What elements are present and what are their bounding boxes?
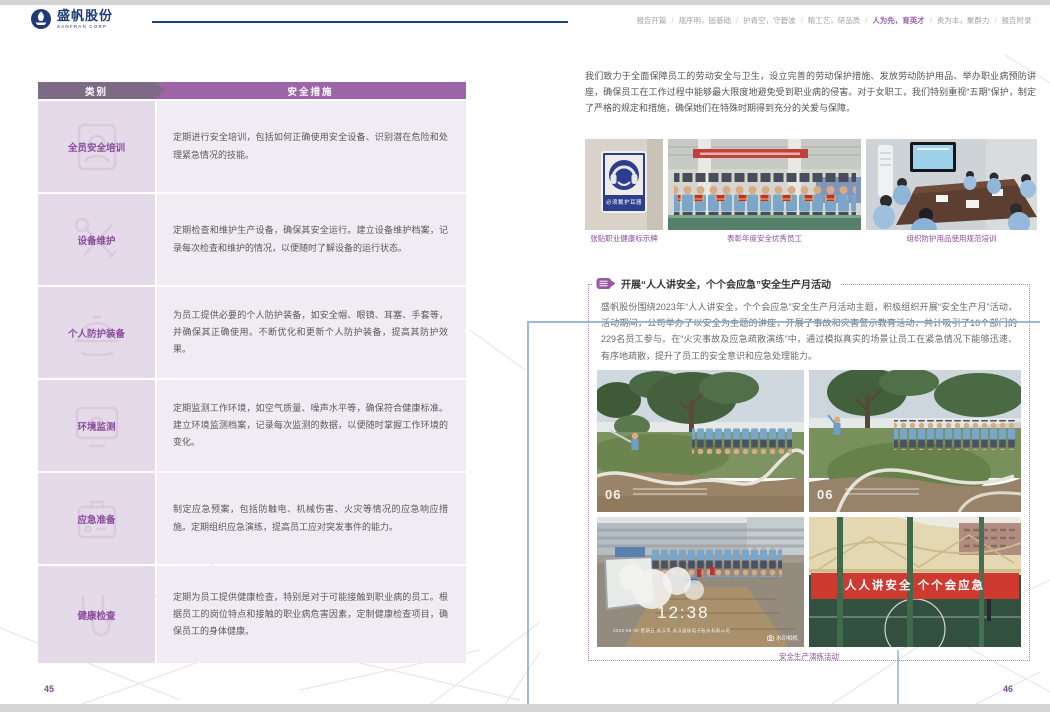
company-logo: 盛帆股份 SANFRAN CORP <box>30 8 113 30</box>
photo-row: 必须戴护耳器 张贴职业健康标示牌 表彰年度安全优秀员工 <box>585 139 1037 244</box>
photo-watermark-lines <box>633 488 707 498</box>
logo-icon <box>30 8 52 30</box>
nav-trailing-dot: · <box>1036 16 1039 25</box>
measure-text: 制定应急预案，包括防触电、机械伤害、火灾等情况的应急响应措施。定期组织应急演练，… <box>157 473 466 564</box>
category-label: 设备维护 <box>77 233 115 247</box>
measure-text: 定期检查和维护生产设备，确保其安全运行。建立设备维护档案，记录每次检查和维护的情… <box>157 194 466 285</box>
header-divider <box>152 21 568 23</box>
photo-caption: 张贴职业健康标示牌 <box>585 233 663 244</box>
photo-health-sign: 必须戴护耳器 张贴职业健康标示牌 <box>585 139 663 244</box>
photo-time-detail: 2023-06-30 星期五 武汉市 武汉盛帆电子股份有限公司 <box>613 628 730 634</box>
measure-text: 定期监测工作环境，如空气质量、噪声水平等，确保符合健康标准。建立环境监测档案，记… <box>157 380 466 471</box>
award-group-image <box>668 139 861 230</box>
photo-watermark-lines <box>845 488 919 498</box>
table-row: 健康检查 定期为员工提供健康检查，特别是对于可能接触到职业病的员工。根据员工的岗… <box>38 566 466 663</box>
nav-item-responsibility: 责为本，聚群力 <box>937 16 990 25</box>
table-row: 环境监测 定期监测工作环境，如空气质量、噪声水平等，确保符合健康标准。建立环境监… <box>38 380 466 471</box>
photo-watermark-number: 06 <box>605 487 621 502</box>
training-meeting-image <box>866 139 1037 230</box>
camera-watermark-label: 水印相机 <box>776 634 798 642</box>
category-label: 环境监测 <box>77 419 115 433</box>
camera-watermark: 水印相机 <box>767 634 798 642</box>
measure-text: 定期进行安全培训，包括如何正确使用安全设备、识别潜在危险和处理紧急情况的技能。 <box>157 101 466 192</box>
photo-time-overlay: 12:38 <box>657 603 710 623</box>
page-number-left: 45 <box>44 684 54 694</box>
category-label: 个人防护装备 <box>68 326 125 340</box>
top-frame <box>0 0 1050 5</box>
table-row: 全员安全培训 定期进行安全培训，包括如何正确使用安全设备、识别潜在危险和处理紧急… <box>38 101 466 192</box>
company-name-en: SANFRAN CORP <box>57 24 113 29</box>
bottom-frame <box>0 704 1050 712</box>
nav-separator: / <box>930 16 932 25</box>
nav-item-quality: 精工艺，研品质 <box>808 16 861 25</box>
safety-measures-table: 类别 安全措施 全员安全培训 定期进行安全培训，包括如何正确使用安全设备、识别潜… <box>38 82 466 663</box>
section-body: 盛帆股份围绕2023年“人人讲安全，个个会应急”安全生产月活动主题，积极组织开展… <box>601 299 1017 364</box>
banner-slogan: 人人讲安全 个个会应急 <box>809 577 1021 593</box>
nav-separator: / <box>671 16 673 25</box>
photo-drill-outdoor-2: 06 <box>809 370 1021 512</box>
nav-separator: / <box>801 16 803 25</box>
photo-drill-outdoor-1: 06 <box>597 370 804 512</box>
nav-item-people-active: 人为先，育英才 <box>872 16 925 25</box>
photo-caption: 组织防护用品使用规范培训 <box>866 233 1037 244</box>
table-row: 个人防护装备 为员工提供必要的个人防护装备，如安全帽、眼镜、耳塞、手套等，并确保… <box>38 287 466 378</box>
photo-extinguisher-drill: 12:38 2023-06-30 星期五 武汉市 武汉盛帆电子股份有限公司 水印… <box>597 517 804 647</box>
header-nav: 报告开篇 / 规序明，固基础 / 护青空，守碧波 / 精工艺，研品质 / 人为先，育英才 / 责为本… <box>636 15 1038 26</box>
photo-grid-caption: 安全生产演练活动 <box>589 651 1029 662</box>
measure-text: 为员工提供必要的个人防护装备，如安全帽、眼镜、耳塞、手套等，并确保其正确使用。不… <box>157 287 466 378</box>
activity-section: 开展“人人讲安全，个个会应急”安全生产月活动 盛帆股份围绕2023年“人人讲安全… <box>588 284 1030 661</box>
drill-photo-grid: 06 06 <box>597 370 1021 647</box>
header-arrow <box>155 82 165 98</box>
category-label: 健康检查 <box>77 608 115 622</box>
nav-item-appendix: 报告附录 <box>1002 16 1032 25</box>
column-header-measures: 安全措施 <box>155 82 466 99</box>
section-title: 开展“人人讲安全，个个会应急”安全生产月活动 <box>621 276 831 291</box>
column-header-category: 类别 <box>38 82 155 99</box>
category-label: 应急准备 <box>77 512 115 526</box>
nav-item-report-opening: 报告开篇 <box>636 16 666 25</box>
camera-icon <box>767 635 774 641</box>
photo-watermark-number: 06 <box>817 487 833 502</box>
nav-separator: / <box>736 16 738 25</box>
photo-caption: 表彰年度安全优秀员工 <box>668 233 861 244</box>
section-title-row: 开展“人人讲安全，个个会应急”安全生产月活动 <box>593 276 841 291</box>
nav-separator: / <box>994 16 996 25</box>
photo-award-group: 表彰年度安全优秀员工 <box>668 139 861 244</box>
measure-text: 定期为员工提供健康检查，特别是对于可能接触到职业病的员工。根据员工的岗位特点和接… <box>157 566 466 663</box>
intro-paragraph: 我们致力于全面保障员工的劳动安全与卫生，设立完善的劳动保护措施、发放劳动防护用品… <box>585 68 1036 117</box>
nav-item-environment: 护青空，守碧波 <box>743 16 796 25</box>
nav-separator: / <box>865 16 867 25</box>
table-row: 应急准备 制定应急预案，包括防触电、机械伤害、火灾等情况的应急响应措施。定期组织… <box>38 473 466 564</box>
table-header-row: 类别 安全措施 <box>38 82 466 99</box>
company-name: 盛帆股份 <box>57 9 113 23</box>
health-sign-image <box>585 139 663 230</box>
photo-training-meeting: 组织防护用品使用规范培训 <box>866 139 1037 244</box>
section-tag-icon <box>596 277 616 290</box>
sign-text: 必须戴护耳器 <box>602 198 646 206</box>
category-label: 全员安全培训 <box>68 140 125 154</box>
page-number-right: 46 <box>1003 684 1013 694</box>
photo-safety-banner: 人人讲安全 个个会应急 <box>809 517 1021 647</box>
table-row: 设备维护 定期检查和维护生产设备，确保其安全运行。建立设备维护档案，记录每次检查… <box>38 194 466 285</box>
nav-item-governance: 规序明，固基础 <box>679 16 732 25</box>
